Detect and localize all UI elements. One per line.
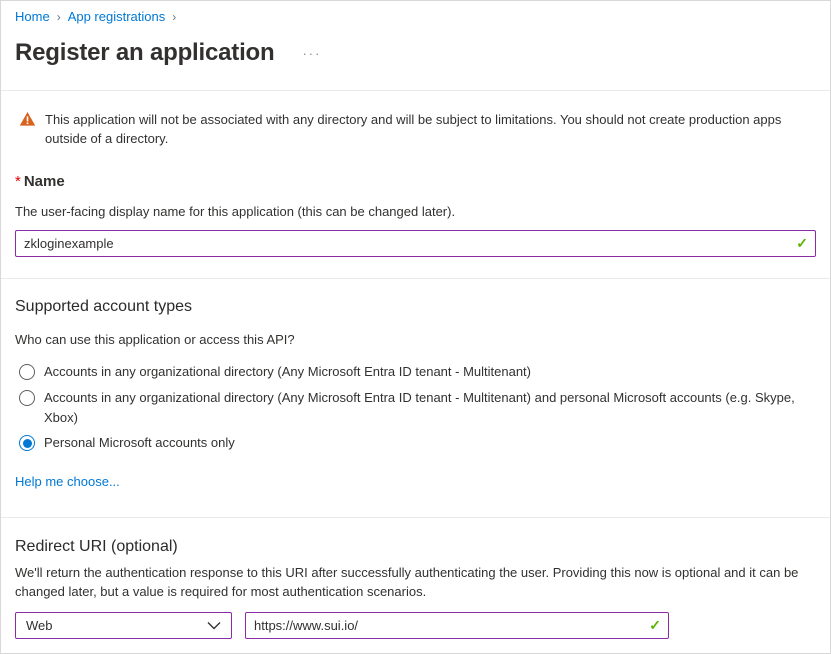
account-types-question: Who can use this application or access t… xyxy=(15,331,816,349)
section-divider xyxy=(1,517,830,518)
breadcrumb: Home › App registrations › xyxy=(15,1,816,25)
breadcrumb-link-app-registrations[interactable]: App registrations xyxy=(68,9,166,25)
platform-select-value: Web xyxy=(26,618,53,633)
name-input[interactable] xyxy=(15,230,816,257)
radio-option-label: Accounts in any organizational directory… xyxy=(44,388,796,428)
chevron-down-icon xyxy=(207,618,221,633)
header-divider xyxy=(1,90,830,91)
radio-unselected-icon[interactable] xyxy=(19,390,35,406)
radio-option-org-directory[interactable]: Accounts in any organizational directory… xyxy=(15,362,816,382)
redirect-uri-controls: Web ✓ xyxy=(15,612,816,639)
radio-option-label: Accounts in any organizational directory… xyxy=(44,362,531,382)
warning-icon xyxy=(19,111,36,132)
radio-unselected-icon[interactable] xyxy=(19,364,35,380)
platform-select[interactable]: Web xyxy=(15,612,232,639)
radio-option-org-directory-and-personal[interactable]: Accounts in any organizational directory… xyxy=(15,388,816,428)
warning-text: This application will not be associated … xyxy=(45,110,813,148)
radio-option-personal-accounts-only[interactable]: Personal Microsoft accounts only xyxy=(15,433,816,453)
breadcrumb-separator-icon: › xyxy=(172,9,176,25)
page-header: Register an application ··· xyxy=(15,37,816,69)
uri-input-wrap: ✓ xyxy=(245,612,669,639)
section-divider xyxy=(1,278,830,279)
name-input-wrap: ✓ xyxy=(15,230,816,257)
radio-option-label: Personal Microsoft accounts only xyxy=(44,433,235,453)
supported-account-types-heading: Supported account types xyxy=(15,296,816,318)
help-me-choose-link[interactable]: Help me choose... xyxy=(15,473,120,491)
radio-selected-icon[interactable] xyxy=(19,435,35,451)
redirect-uri-input[interactable] xyxy=(245,612,669,639)
name-description: The user-facing display name for this ap… xyxy=(15,203,816,221)
register-application-page: Home › App registrations › Register an a… xyxy=(0,0,831,654)
breadcrumb-link-home[interactable]: Home xyxy=(15,9,50,25)
page-title: Register an application xyxy=(15,37,274,69)
name-label: *Name xyxy=(15,172,816,192)
redirect-uri-heading: Redirect URI (optional) xyxy=(15,536,816,558)
more-options-button[interactable]: ··· xyxy=(302,46,321,61)
redirect-uri-description: We'll return the authentication response… xyxy=(15,563,815,601)
warning-banner: This application will not be associated … xyxy=(15,110,816,148)
required-asterisk: * xyxy=(15,173,21,190)
breadcrumb-separator-icon: › xyxy=(57,9,61,25)
